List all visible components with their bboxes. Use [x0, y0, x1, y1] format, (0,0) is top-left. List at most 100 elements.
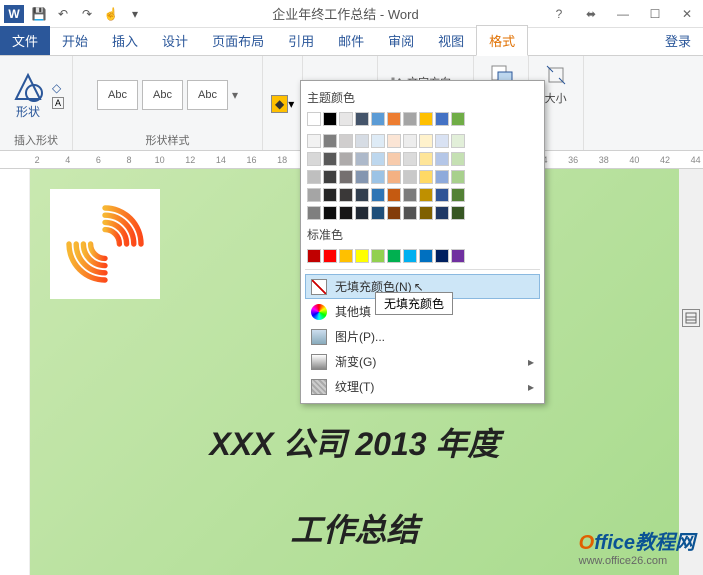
- color-swatch[interactable]: [323, 134, 337, 148]
- color-swatch[interactable]: [371, 112, 385, 126]
- company-logo[interactable]: [50, 189, 160, 299]
- shape-style-1[interactable]: Abc: [97, 80, 138, 110]
- shape-style-3[interactable]: Abc: [187, 80, 228, 110]
- color-swatch[interactable]: [419, 249, 433, 263]
- tab-insert[interactable]: 插入: [100, 26, 150, 55]
- color-swatch[interactable]: [323, 188, 337, 202]
- color-swatch[interactable]: [387, 206, 401, 220]
- color-swatch[interactable]: [355, 134, 369, 148]
- color-swatch[interactable]: [435, 206, 449, 220]
- color-swatch[interactable]: [435, 134, 449, 148]
- styles-more-icon[interactable]: ▾: [232, 88, 238, 102]
- color-swatch[interactable]: [355, 112, 369, 126]
- help-button[interactable]: ?: [547, 7, 571, 21]
- color-swatch[interactable]: [435, 170, 449, 184]
- color-swatch[interactable]: [419, 112, 433, 126]
- close-button[interactable]: ✕: [675, 7, 699, 21]
- tab-login[interactable]: 登录: [653, 26, 703, 55]
- color-swatch[interactable]: [307, 188, 321, 202]
- tab-review[interactable]: 审阅: [376, 26, 426, 55]
- color-swatch[interactable]: [403, 134, 417, 148]
- qat-more-icon[interactable]: ▾: [126, 5, 144, 23]
- color-swatch[interactable]: [323, 112, 337, 126]
- undo-icon[interactable]: ↶: [54, 5, 72, 23]
- color-swatch[interactable]: [387, 112, 401, 126]
- tab-references[interactable]: 引用: [276, 26, 326, 55]
- color-swatch[interactable]: [451, 170, 465, 184]
- color-swatch[interactable]: [339, 188, 353, 202]
- color-swatch[interactable]: [323, 206, 337, 220]
- color-swatch[interactable]: [403, 249, 417, 263]
- color-swatch[interactable]: [307, 206, 321, 220]
- color-swatch[interactable]: [339, 206, 353, 220]
- tab-layout[interactable]: 页面布局: [200, 26, 276, 55]
- document-title-line2[interactable]: 工作总结: [50, 505, 659, 551]
- texture-fill-item[interactable]: 纹理(T) ▸: [305, 374, 540, 399]
- tab-view[interactable]: 视图: [426, 26, 476, 55]
- color-swatch[interactable]: [371, 170, 385, 184]
- color-swatch[interactable]: [371, 152, 385, 166]
- color-swatch[interactable]: [403, 170, 417, 184]
- color-swatch[interactable]: [307, 152, 321, 166]
- shape-style-2[interactable]: Abc: [142, 80, 183, 110]
- save-icon[interactable]: 💾: [30, 5, 48, 23]
- color-swatch[interactable]: [419, 188, 433, 202]
- color-swatch[interactable]: [355, 170, 369, 184]
- color-swatch[interactable]: [339, 249, 353, 263]
- color-swatch[interactable]: [339, 112, 353, 126]
- color-swatch[interactable]: [419, 152, 433, 166]
- color-swatch[interactable]: [323, 249, 337, 263]
- color-swatch[interactable]: [419, 170, 433, 184]
- color-swatch[interactable]: [387, 134, 401, 148]
- tab-file[interactable]: 文件: [0, 26, 50, 55]
- color-swatch[interactable]: [371, 188, 385, 202]
- color-swatch[interactable]: [339, 134, 353, 148]
- color-swatch[interactable]: [355, 152, 369, 166]
- color-swatch[interactable]: [451, 134, 465, 148]
- tab-home[interactable]: 开始: [50, 26, 100, 55]
- color-swatch[interactable]: [419, 206, 433, 220]
- document-title-line1[interactable]: XXX 公司 2013 年度: [50, 419, 659, 465]
- color-swatch[interactable]: [371, 249, 385, 263]
- minimize-button[interactable]: —: [611, 7, 635, 21]
- color-swatch[interactable]: [419, 134, 433, 148]
- color-swatch[interactable]: [339, 170, 353, 184]
- color-swatch[interactable]: [307, 112, 321, 126]
- layout-options-icon[interactable]: [682, 309, 700, 327]
- color-swatch[interactable]: [403, 188, 417, 202]
- color-swatch[interactable]: [355, 206, 369, 220]
- color-swatch[interactable]: [451, 188, 465, 202]
- textbox-icon[interactable]: A: [52, 97, 64, 109]
- color-swatch[interactable]: [451, 112, 465, 126]
- tab-mail[interactable]: 邮件: [326, 26, 376, 55]
- vertical-ruler[interactable]: [0, 169, 30, 575]
- color-swatch[interactable]: [387, 152, 401, 166]
- color-swatch[interactable]: [371, 206, 385, 220]
- color-swatch[interactable]: [403, 152, 417, 166]
- color-swatch[interactable]: [403, 206, 417, 220]
- color-swatch[interactable]: [451, 152, 465, 166]
- color-swatch[interactable]: [435, 152, 449, 166]
- maximize-button[interactable]: ☐: [643, 7, 667, 21]
- shape-fill-button[interactable]: ◆▾: [271, 95, 294, 113]
- color-swatch[interactable]: [339, 152, 353, 166]
- color-swatch[interactable]: [307, 170, 321, 184]
- color-swatch[interactable]: [371, 134, 385, 148]
- color-swatch[interactable]: [387, 249, 401, 263]
- gradient-fill-item[interactable]: 渐变(G) ▸: [305, 349, 540, 374]
- color-swatch[interactable]: [355, 188, 369, 202]
- color-swatch[interactable]: [323, 152, 337, 166]
- color-swatch[interactable]: [307, 134, 321, 148]
- ribbon-toggle-button[interactable]: ⬌: [579, 7, 603, 21]
- color-swatch[interactable]: [387, 188, 401, 202]
- color-swatch[interactable]: [307, 249, 321, 263]
- color-swatch[interactable]: [403, 112, 417, 126]
- color-swatch[interactable]: [451, 206, 465, 220]
- edit-shape-icon[interactable]: ◇: [52, 81, 64, 95]
- color-swatch[interactable]: [451, 249, 465, 263]
- color-swatch[interactable]: [435, 188, 449, 202]
- color-swatch[interactable]: [435, 249, 449, 263]
- touch-icon[interactable]: ☝: [102, 5, 120, 23]
- color-swatch[interactable]: [435, 112, 449, 126]
- tab-design[interactable]: 设计: [150, 26, 200, 55]
